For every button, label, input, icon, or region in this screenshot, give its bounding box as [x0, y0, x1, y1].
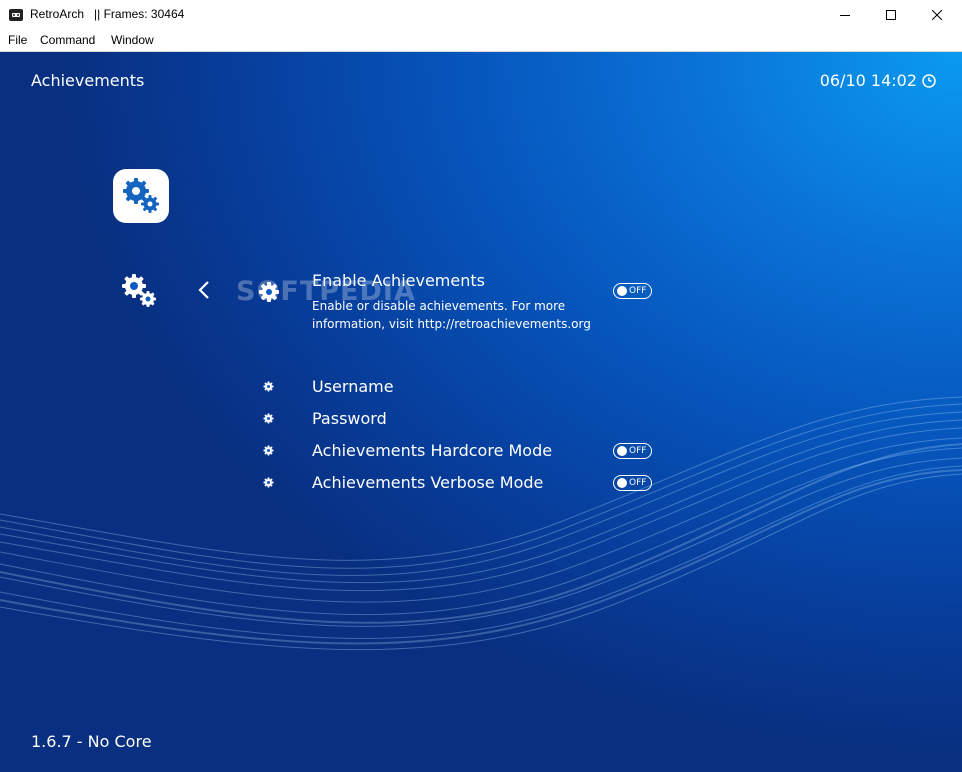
menu-item-hardcore-mode[interactable]: Achievements Hardcore Mode [312, 441, 552, 460]
clock-text: 06/10 14:02 [819, 71, 917, 90]
toggle-state: OFF [629, 446, 647, 456]
retroarch-app-icon [9, 9, 23, 21]
minimize-icon [840, 15, 850, 16]
title-bar: RetroArch || Frames: 30464 [0, 0, 962, 30]
gear-icon [263, 413, 274, 424]
minimize-button[interactable] [822, 0, 868, 30]
toggle-state: OFF [629, 478, 647, 488]
maximize-icon [886, 10, 896, 20]
enable-achievements-toggle[interactable]: OFF [613, 283, 652, 299]
clock-icon [922, 73, 936, 88]
menu-bar: File Command Window [0, 30, 962, 52]
ribbon-wave-background [0, 396, 962, 651]
gears-icon[interactable] [118, 271, 160, 311]
menu-file[interactable]: File [8, 33, 27, 47]
settings-category-icon[interactable] [113, 169, 169, 223]
menu-item-username[interactable]: Username [312, 377, 394, 396]
menu-item-sublabel: Enable or disable achievements. For more… [312, 299, 591, 331]
close-icon [932, 10, 942, 20]
retroarch-screen: Achievements 06/10 14:02 SOFTPEDIA Enabl… [0, 52, 962, 772]
gear-icon [263, 381, 274, 392]
menu-item-password[interactable]: Password [312, 409, 387, 428]
toggle-state: OFF [629, 286, 647, 296]
toggle-knob [617, 286, 627, 296]
gear-icon [263, 477, 274, 488]
clock: 06/10 14:02 [820, 71, 936, 90]
page-title: Achievements [31, 71, 145, 90]
menu-item-verbose-mode[interactable]: Achievements Verbose Mode [312, 473, 543, 492]
gear-icon [259, 282, 279, 302]
toggle-knob [617, 478, 627, 488]
gear-icon [263, 445, 274, 456]
gears-icon [123, 178, 159, 213]
window-title: RetroArch || Frames: 30464 [30, 7, 185, 21]
menu-command[interactable]: Command [40, 33, 95, 47]
menu-window[interactable]: Window [111, 33, 154, 47]
close-button[interactable] [914, 0, 960, 30]
toggle-knob [617, 446, 627, 456]
hardcore-mode-toggle[interactable]: OFF [613, 443, 652, 459]
version-label: 1.6.7 - No Core [31, 732, 152, 751]
back-arrow-icon[interactable] [196, 278, 212, 302]
menu-item-enable-achievements[interactable]: Enable Achievements [312, 271, 485, 290]
maximize-button[interactable] [868, 0, 914, 30]
verbose-mode-toggle[interactable]: OFF [613, 475, 652, 491]
